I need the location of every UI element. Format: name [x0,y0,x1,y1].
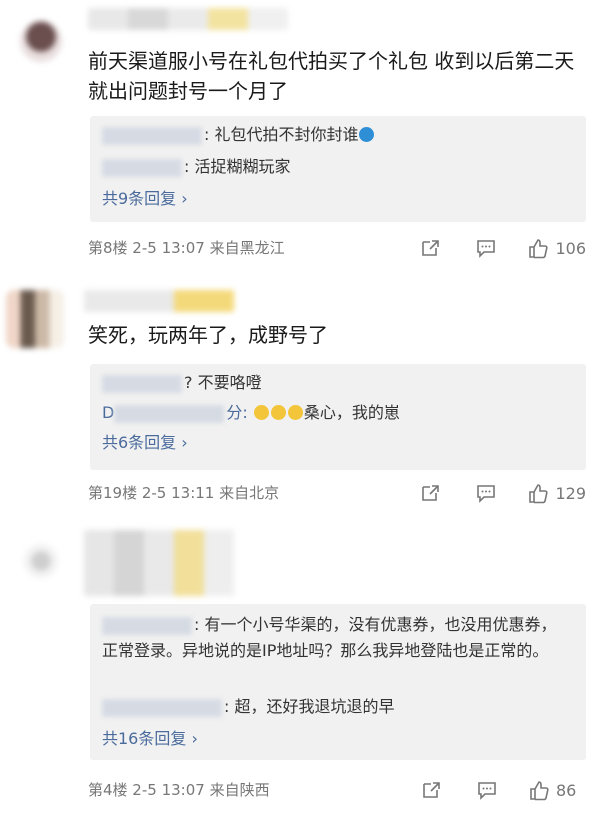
reply-item[interactable]: : 有一个小号华渠的，没有优惠券，也没用优惠券，正常登录。异地说的是IP地址吗？… [102,612,562,664]
username[interactable] [88,8,288,30]
like-icon[interactable] [527,237,549,259]
like-count: 129 [555,483,586,503]
like-icon[interactable] [528,779,550,801]
comment-text: 笑死，玩两年了，成野号了 [88,323,328,347]
reply-username[interactable] [102,158,182,177]
reply-item[interactable]: ? 不要咯噔 [102,372,262,394]
reply-username[interactable] [102,698,222,717]
reply-item[interactable]: : 礼包代拍不封你封谁 [102,124,375,146]
reply-box[interactable]: : 有一个小号华渠的，没有优惠券，也没用优惠券，正常登录。异地说的是IP地址吗？… [90,604,586,760]
comment-actions: 129 [419,481,586,505]
share-icon[interactable] [419,482,441,504]
avatar[interactable] [24,544,58,578]
like-count: 86 [556,780,577,800]
crying-emoji-icon [253,405,269,420]
reply-box[interactable]: ? 不要咯噔 D 分: 桑心，我的崽 共6条回复 › [90,364,586,470]
reply-username[interactable] [102,616,192,635]
comment-meta: 第8楼 2-5 13:07 来自黑龙江 [88,239,285,257]
reply-item[interactable]: : 超，还好我退坑退的早 [102,696,394,718]
view-replies-link[interactable]: 共9条回复 › [102,188,188,210]
username[interactable] [84,290,234,312]
view-replies-link[interactable]: 共16条回复 › [102,728,198,750]
like-icon[interactable] [527,482,549,504]
like-count: 106 [555,238,586,258]
comment-meta: 第4楼 2-5 13:07 来自陕西 [88,781,270,799]
reply-item[interactable]: D 分: 桑心，我的崽 [102,402,400,424]
comment-actions: 86 [420,778,586,802]
comment-icon[interactable] [475,237,497,259]
username[interactable] [84,530,234,596]
reply-username[interactable] [102,374,182,393]
reply-username[interactable] [102,126,202,145]
emoji-icon [359,127,375,142]
crying-emoji-icon [270,405,286,420]
avatar[interactable] [6,290,64,348]
reply-username[interactable] [114,404,225,423]
reply-box[interactable]: : 礼包代拍不封你封谁 : 活捉糊糊玩家 共9条回复 › [90,116,586,222]
comment-actions: 106 [419,236,586,260]
comment-text: 前天渠道服小号在礼包代拍买了个礼包 收到以后第二天就出问题封号一个月了 [88,49,575,103]
avatar[interactable] [20,20,62,62]
reply-item[interactable]: : 活捉糊糊玩家 [102,156,290,178]
share-icon[interactable] [420,779,442,801]
crying-emoji-icon [287,405,303,420]
view-replies-link[interactable]: 共6条回复 › [102,432,188,454]
comment-meta: 第19楼 2-5 13:11 来自北京 [88,484,280,502]
share-icon[interactable] [419,237,441,259]
comment-icon[interactable] [476,779,498,801]
comment-icon[interactable] [475,482,497,504]
